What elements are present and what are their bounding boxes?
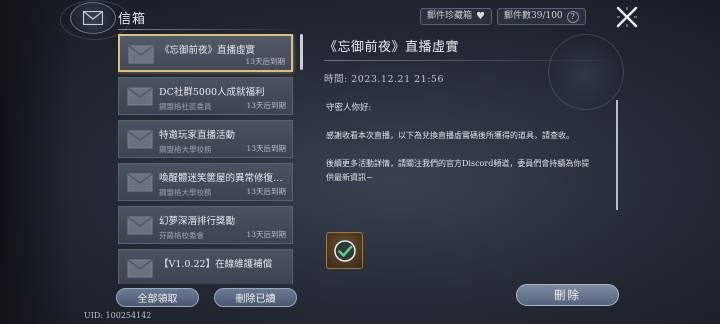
- mail-body-scrollbar[interactable]: [616, 100, 618, 210]
- mail-expiry: 13天后到期: [246, 144, 286, 153]
- mail-count-badge: 郵件數39/100 ?: [497, 8, 586, 25]
- envelope-icon: [83, 11, 103, 25]
- user-id: UID: 100254142: [84, 311, 152, 320]
- heart-icon: ♥: [476, 11, 485, 22]
- mail-subject: 幻夢深潛排行獎勵: [159, 216, 236, 227]
- mail-list[interactable]: 《忘御前夜》直播虛實 13天后到期 DC社群5000人成就福利 鋼盟格社區委員 …: [118, 34, 300, 284]
- mail-item[interactable]: DC社群5000人成就福利 鋼盟格社區委員 13天后到期: [118, 77, 293, 115]
- mail-sender: 鋼盟格大學校務: [159, 188, 212, 197]
- envelope-icon: [127, 259, 153, 278]
- claim-all-button[interactable]: 全部領取: [116, 288, 199, 307]
- delete-button[interactable]: 刪除: [516, 284, 619, 306]
- mail-expiry: 13天后到期: [246, 230, 286, 239]
- mail-item[interactable]: 喚醒體迷笑篋屋的異常修復… 鋼盟格大學校務 13天后到期: [118, 163, 293, 201]
- mail-paragraph: 感謝收看本次直播，以下為兌換直播虛實碼後所獲得的道具，請查收。: [326, 131, 574, 140]
- attachment-item[interactable]: [326, 232, 363, 269]
- envelope-icon: [127, 216, 153, 235]
- mail-expiry: 13天后到期: [245, 57, 285, 66]
- mail-sender: 鋼盟格大學校務: [159, 145, 212, 154]
- mail-greeting: 守密人你好:: [326, 103, 372, 113]
- mail-count-label: 郵件數39/100: [504, 11, 563, 21]
- mail-detail-time: 時間: 2023.12.21 21:56: [324, 74, 445, 85]
- envelope-icon: [128, 45, 154, 64]
- envelope-icon: [127, 173, 153, 192]
- mail-detail-title: 《忘御前夜》直播虛實: [324, 40, 460, 55]
- mail-subject: DC社群5000人成就福利: [159, 87, 265, 98]
- detail-divider: [324, 60, 624, 61]
- help-icon[interactable]: ?: [566, 10, 579, 23]
- mail-body[interactable]: 守密人你好: 感謝收看本次直播，以下為兌換直播虛實碼後所獲得的道具，請查收。 後…: [318, 92, 618, 218]
- header-divider: [118, 29, 298, 30]
- mail-emblem-icon: [70, 2, 116, 34]
- mail-item[interactable]: 《忘御前夜》直播虛實 13天后到期: [118, 34, 293, 72]
- close-button[interactable]: [612, 4, 642, 30]
- mail-list-scrollbar[interactable]: [300, 34, 303, 70]
- mail-expiry: 13天后到期: [246, 187, 286, 196]
- delete-read-button[interactable]: 刪除已讀: [214, 288, 297, 307]
- mail-subject: 喚醒體迷笑篋屋的異常修復…: [159, 173, 283, 184]
- envelope-icon: [127, 87, 153, 106]
- claimed-check-icon: [333, 239, 356, 262]
- mail-subject: 《忘御前夜》直播虛實: [160, 45, 256, 56]
- mail-paragraph: 後續更多活動詳情，請關注我們的官方Discord頻道，委員們會持續為你提供最新資…: [326, 159, 590, 182]
- close-icon: [616, 6, 638, 28]
- mail-collection-label: 郵件珍藏箱: [427, 11, 473, 21]
- mail-sender: 鋼盟格社區委員: [159, 102, 212, 111]
- mail-collection-button[interactable]: 郵件珍藏箱 ♥: [420, 8, 492, 25]
- left-vignette: [0, 0, 70, 324]
- mail-item[interactable]: 特邀玩家直播活動 鋼盟格大學校務 13天后到期: [118, 120, 293, 158]
- mail-subject: 【V1.0.22】在線維護補償: [159, 259, 273, 270]
- mail-item[interactable]: 幻夢深潛排行獎勵 芬薩格校委會 13天后到期: [118, 206, 293, 244]
- mail-subject: 特邀玩家直播活動: [159, 130, 236, 141]
- mail-item[interactable]: 【V1.0.22】在線維護補償: [118, 249, 293, 284]
- page-title: 信箱: [118, 12, 147, 27]
- mail-expiry: 13天后到期: [246, 101, 286, 110]
- mail-sender: 芬薩格校委會: [159, 231, 204, 240]
- envelope-icon: [127, 130, 153, 149]
